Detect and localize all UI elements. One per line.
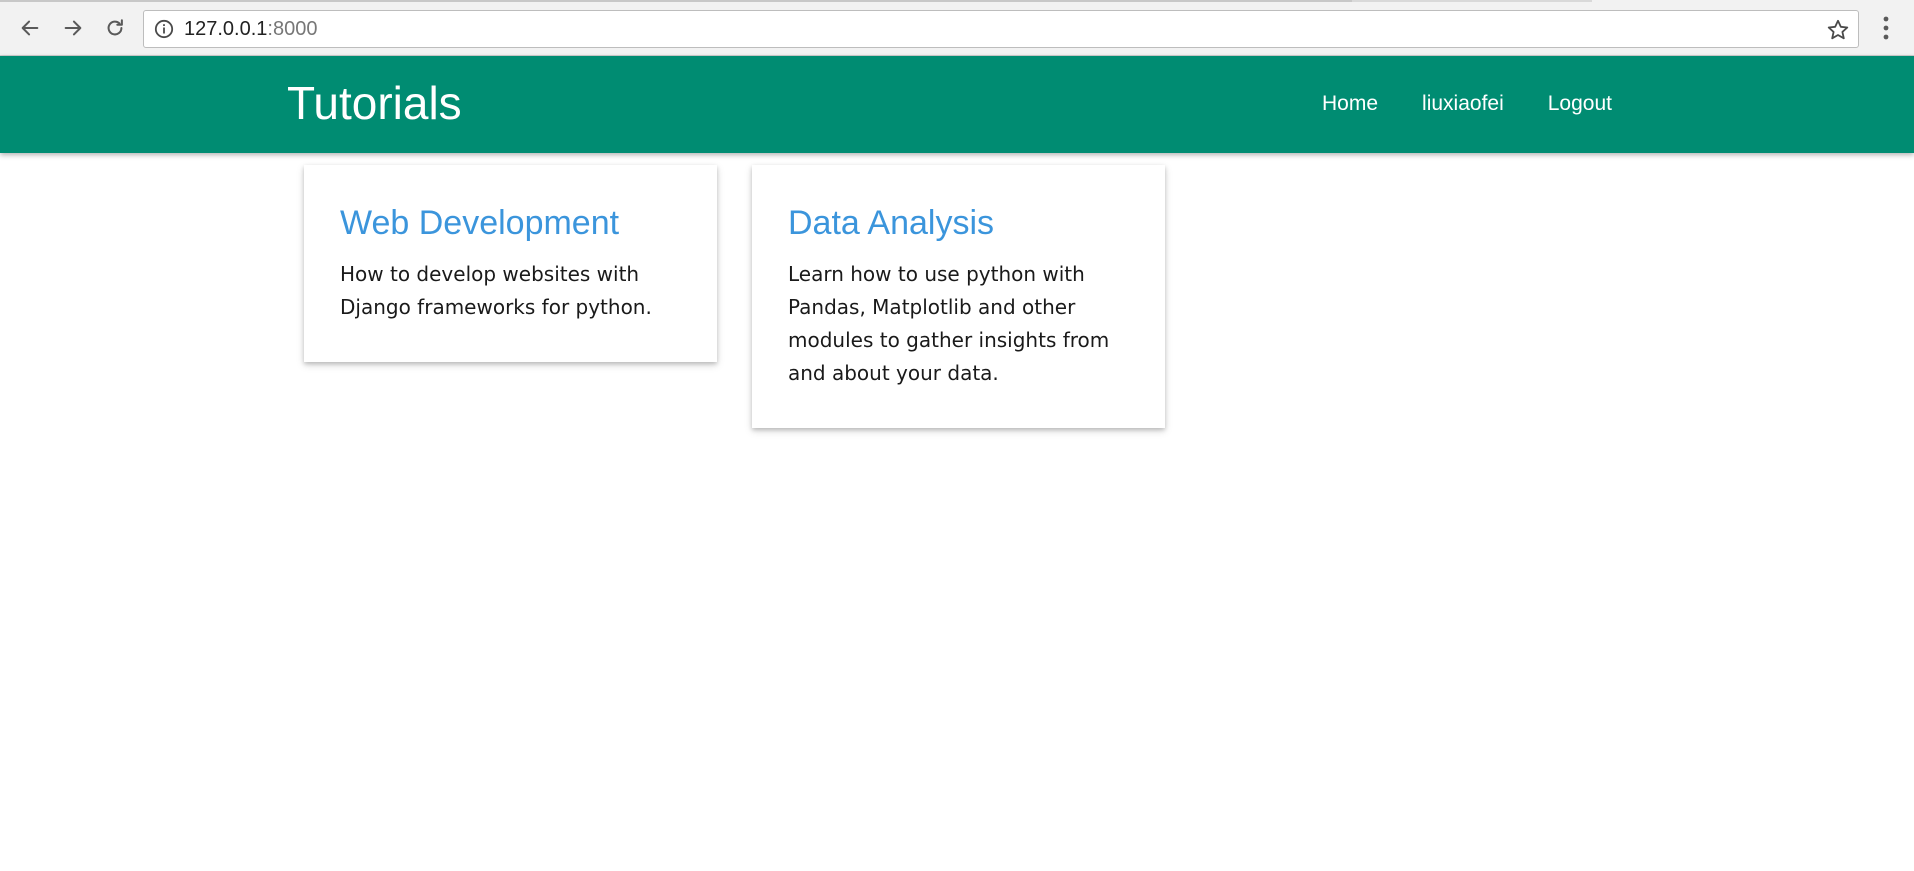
browser-toolbar: 127.0.0.1:8000 (0, 0, 1914, 56)
brand-logo-link[interactable]: Tutorials (287, 76, 462, 131)
tutorial-card[interactable]: Web Development How to develop websites … (304, 165, 717, 362)
card-description: How to develop websites with Django fram… (340, 262, 652, 320)
back-button[interactable] (14, 12, 46, 44)
nav-home-link[interactable]: Home (1300, 92, 1400, 116)
nav-logout-link[interactable]: Logout (1526, 92, 1634, 116)
tab-strip-edge (0, 0, 1352, 2)
card-title-link[interactable]: Web Development (340, 204, 681, 242)
url-port: :8000 (267, 18, 318, 40)
site-header: Tutorials Home liuxiaofei Logout (0, 56, 1914, 153)
tutorial-card[interactable]: Data Analysis Learn how to use python wi… (752, 165, 1165, 428)
reload-icon (107, 19, 123, 36)
reload-button[interactable] (99, 12, 131, 44)
star-icon[interactable] (1826, 18, 1850, 42)
address-bar[interactable]: 127.0.0.1:8000 (143, 10, 1859, 48)
card-description: Learn how to use python with Pandas, Mat… (788, 262, 1110, 386)
vertical-dots-icon[interactable] (1876, 14, 1896, 42)
info-icon[interactable] (154, 19, 174, 39)
url-host: 127.0.0.1 (184, 18, 268, 40)
nav-user-link[interactable]: liuxiaofei (1400, 92, 1526, 116)
forward-button[interactable] (57, 12, 89, 44)
url-text[interactable]: 127.0.0.1:8000 (184, 18, 317, 41)
tab-strip-edge-alt (1352, 0, 1592, 2)
arrow-left-icon (21, 20, 39, 36)
main-nav: Home liuxiaofei Logout (1300, 92, 1634, 116)
card-title-link[interactable]: Data Analysis (788, 204, 1129, 242)
arrow-right-icon (64, 20, 82, 36)
